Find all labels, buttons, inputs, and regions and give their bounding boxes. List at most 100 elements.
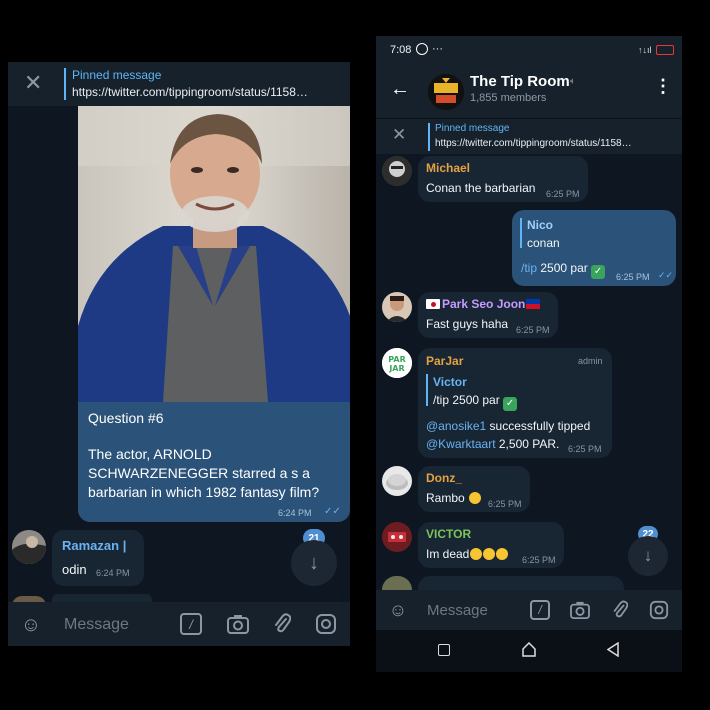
avatar[interactable]: PAR JAR [382,348,412,378]
reply-text: conan [527,236,560,250]
mention-link[interactable]: @Kwarktaart [426,437,496,451]
double-check-icon: ✓✓ [324,506,341,517]
laughing-emoji-icon [483,548,496,560]
close-icon[interactable]: ✕ [24,70,42,96]
message-text: odin [62,562,87,577]
message-time: 6:25 PM [546,189,580,199]
flag-icon [426,299,440,309]
message-time: 6:25 PM [568,444,602,454]
laughing-emoji-icon [469,492,482,504]
status-bar: 7:08 ··· ↑↓ıl [376,36,682,64]
message-text: Conan the barbarian [426,181,536,195]
sender-name: Park Seo Joon [442,297,526,311]
message-bubble-parjar[interactable]: ParJar admin Victor /tip 2500 par ✓ @ano… [418,348,612,458]
pinned-title: Pinned message [435,123,510,134]
pinned-text: https://twitter.com/tippingroom/status/1… [72,85,308,99]
chat-title[interactable]: The Tip Room [470,73,570,90]
reply-text: /tip 2500 par ✓ [433,393,518,411]
avatar[interactable] [382,156,412,186]
camera-icon[interactable] [568,599,592,621]
bot-command-icon[interactable]: / [530,600,550,620]
bot-command-icon[interactable]: / [180,613,202,635]
flag-icon [526,299,540,309]
laughing-emoji-icon [470,548,483,560]
check-mark-icon: ✓ [503,397,518,411]
pinned-text: https://twitter.com/tippingroom/status/1… [435,138,632,149]
mention-link[interactable]: @anosike1 [426,419,486,433]
tip-room-logo [428,74,464,110]
message-text-body: 2500 par [540,261,588,275]
back-arrow-icon[interactable]: ← [390,78,410,101]
close-icon[interactable]: ✕ [392,125,406,145]
bot-command-link[interactable]: /tip [521,261,537,275]
android-nav-bar [376,630,682,672]
reply-sender: Nico [527,218,554,232]
message-input-bar: ☺ Message / [8,602,350,646]
pin-indicator [64,68,66,100]
pinned-message-bar[interactable]: ✕ Pinned message https://twitter.com/tip… [376,118,682,154]
member-count: 1,855 members [470,92,547,104]
scroll-down-button[interactable]: ↓ [628,536,668,576]
message-bubble-donz[interactable]: Donz_ Rambo 6:25 PM [418,466,530,512]
message-bubble-park[interactable]: Park Seo Joon Fast guys haha 6:25 PM [418,292,558,338]
more-options-icon[interactable]: ⋮ [654,76,672,97]
message-text-body: Im dead [426,547,470,561]
message-text: 2,500 PAR. [495,437,560,451]
arnold-photo[interactable] [78,106,350,402]
message-time: 6:25 PM [616,272,650,282]
attach-icon[interactable] [270,612,294,636]
question-number: Question #6 [88,410,164,426]
svg-text:PAR: PAR [388,355,405,364]
message-bubble-outgoing[interactable]: Nico conan /tip 2500 par ✓ 6:25 PM ✓✓ [512,210,676,286]
message-text: /tip 2500 par ✓ [521,261,606,279]
avatar[interactable] [12,530,46,564]
message-input[interactable]: Message [427,602,488,619]
partial-message-bubble [418,576,624,590]
home-icon[interactable] [522,642,536,657]
laughing-emoji-icon [496,548,509,560]
emoji-icon[interactable]: ☺ [386,598,410,622]
message-input[interactable]: Message [64,616,129,634]
message-text-body: Rambo [426,491,465,505]
camera-icon[interactable] [225,612,251,636]
avatar[interactable] [382,292,412,322]
message-time: 6:25 PM [516,325,550,335]
question-line-1: The actor, ARNOLD [88,446,212,462]
message-bubble-michael[interactable]: Michael Conan the barbarian 6:25 PM [418,156,588,202]
battery-icon [656,45,674,55]
message-text: Fast guys haha [426,317,509,331]
scroll-down-button[interactable]: ↓ [291,540,337,586]
recent-apps-icon[interactable] [438,644,450,656]
double-check-icon: ✓✓ [658,270,674,280]
sender-name: Ramazan | [62,538,127,553]
sender-name: Michael [426,161,471,175]
question-message-bubble[interactable]: Question #6 The actor, ARNOLD SCHWARZENE… [78,106,350,522]
avatar [382,576,412,590]
group-avatar[interactable] [428,74,464,110]
sender-name: ParJar [426,354,464,368]
avatar[interactable] [382,466,412,496]
left-chat-screen: ✕ Pinned message https://twitter.com/tip… [8,62,350,646]
admin-badge: admin [578,356,603,366]
message-line-1: @anosike1 successfully tipped [426,419,590,433]
pinned-message-bar[interactable]: ✕ Pinned message https://twitter.com/tip… [8,62,350,106]
whatsapp-icon [416,43,428,55]
message-text: Rambo [426,491,482,505]
back-icon[interactable] [607,642,619,657]
signal-icon: ↑↓ıl [638,45,652,55]
pinned-title: Pinned message [72,68,162,82]
avatar-photo [12,530,46,564]
question-line-2: SCHWARZENEGGER starred a s a [88,465,310,481]
emoji-icon[interactable]: ☺ [18,612,44,638]
reply-indicator [520,218,522,248]
check-mark-icon: ✓ [591,265,606,279]
reply-message-bubble[interactable]: Ramazan | odin 6:24 PM [52,530,144,586]
instagram-icon[interactable] [314,612,338,636]
message-bubble-victor[interactable]: VICTOR Im dead 6:25 PM [418,522,564,568]
avatar[interactable] [382,522,412,552]
reply-sender: Victor [433,375,467,389]
attach-icon[interactable] [609,599,631,621]
reply-indicator [426,374,428,406]
message-text: successfully tipped [486,419,591,433]
instagram-icon[interactable] [648,599,670,621]
